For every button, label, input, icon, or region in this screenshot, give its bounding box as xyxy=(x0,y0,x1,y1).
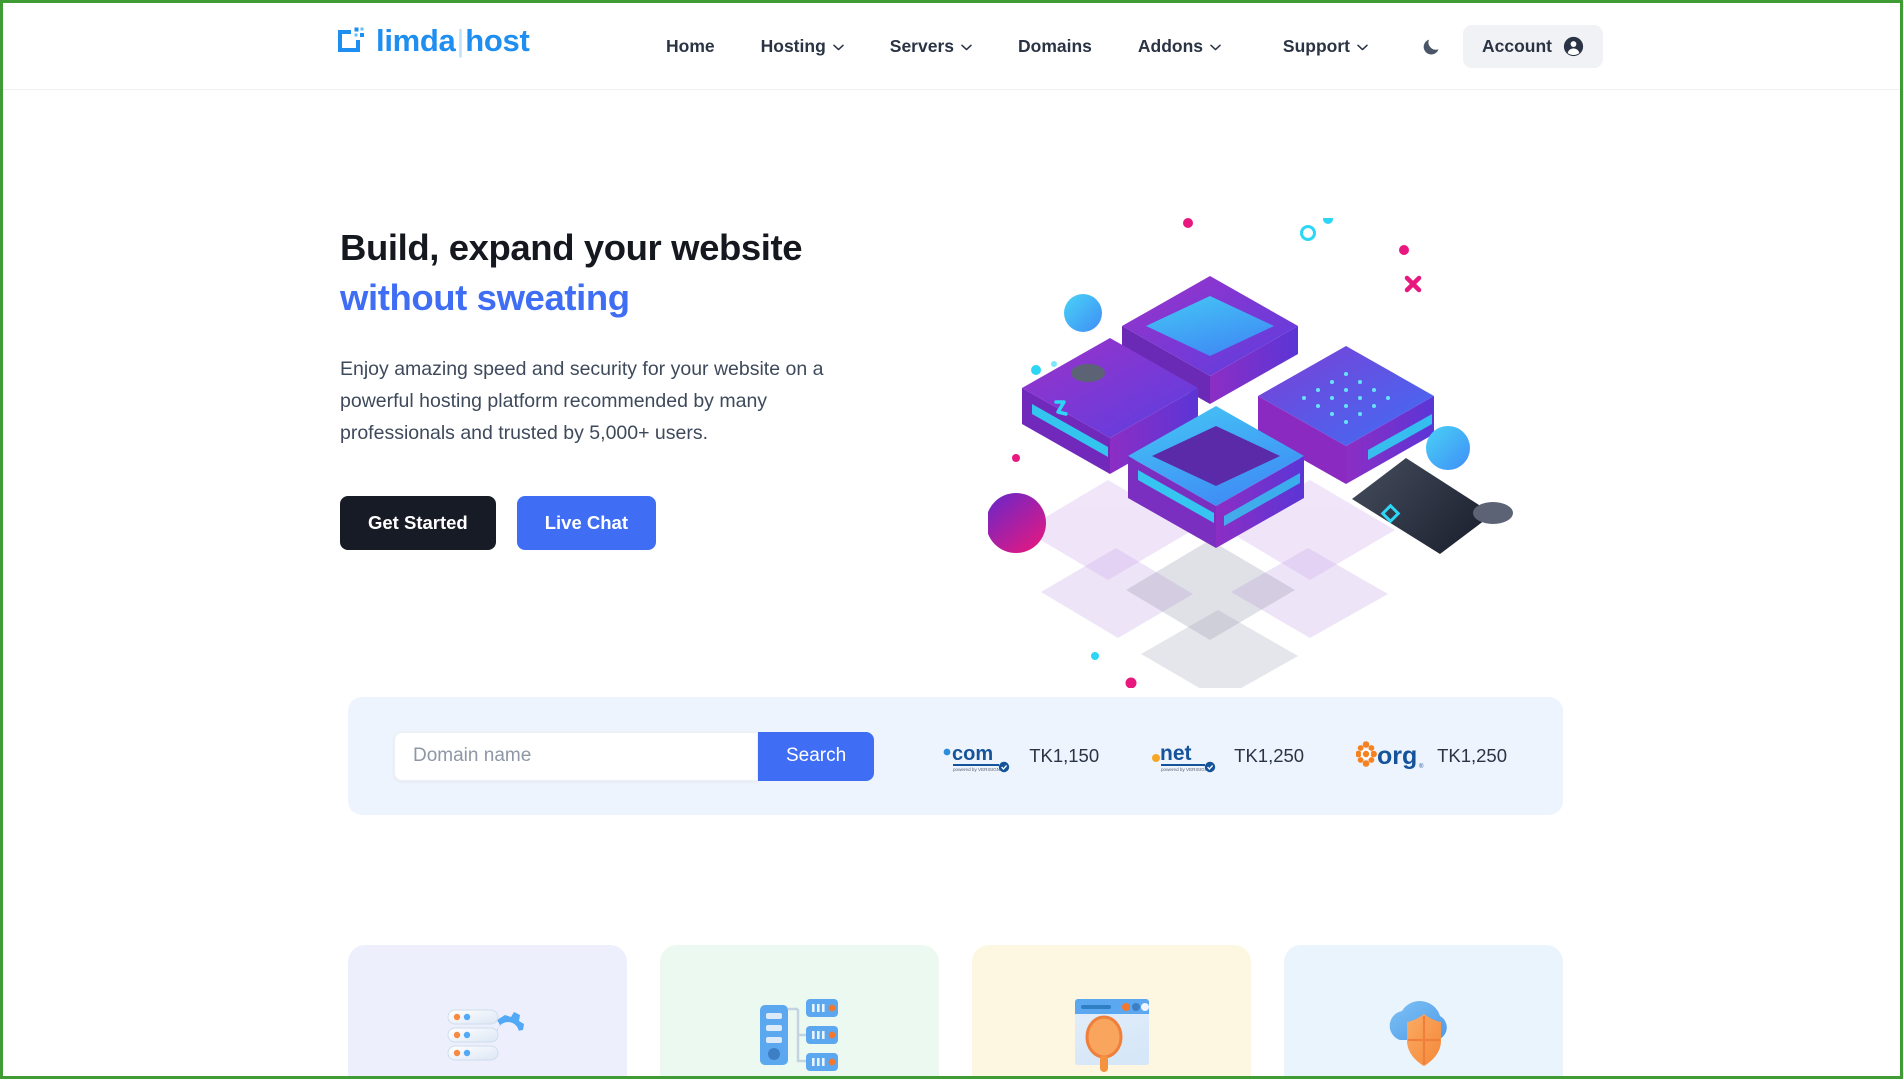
nav-item-label: Support xyxy=(1282,36,1350,56)
site-header: limda|host Home Hosting Servers Domains xyxy=(3,3,1900,90)
chevron-down-icon xyxy=(1210,44,1221,51)
nav-item-label: Servers xyxy=(889,36,954,56)
deco-ellipse-gray-2 xyxy=(1473,502,1513,524)
chevron-down-icon xyxy=(833,44,844,51)
browser-viewport: limda|host Home Hosting Servers Domains xyxy=(0,0,1903,1079)
org-logo-icon: org ® xyxy=(1356,741,1424,770)
tld-price: TK1,150 xyxy=(1029,745,1100,766)
brand-logo[interactable]: limda|host xyxy=(337,23,530,58)
header-right-controls: Support Account xyxy=(1260,3,1603,90)
nav-item-addons[interactable]: Addons xyxy=(1115,3,1244,90)
nav-item-label: Addons xyxy=(1137,36,1204,56)
hero-subtitle: Enjoy amazing speed and security for you… xyxy=(340,358,824,444)
tld-item-net[interactable]: net powered by VERISIGN TK1,250 xyxy=(1151,739,1304,773)
chevron-down-icon xyxy=(1357,44,1368,51)
deco-circle-blue xyxy=(1064,294,1102,332)
hero-copy: Build, expand your website without sweat… xyxy=(340,223,900,550)
svg-text:powered by VERISIGN: powered by VERISIGN xyxy=(953,767,1000,772)
live-chat-button[interactable]: Live Chat xyxy=(516,495,656,550)
dark-mode-toggle-button[interactable] xyxy=(1411,27,1451,67)
tld-item-org[interactable]: org ® TK1,250 xyxy=(1356,740,1507,772)
get-started-button[interactable]: Get Started xyxy=(340,495,496,550)
moon-icon xyxy=(1423,39,1438,55)
deco-circle-blue-2 xyxy=(1426,426,1470,470)
nav-item-label: Home xyxy=(666,36,715,56)
tld-price: TK1,250 xyxy=(1437,745,1508,766)
hero-title-line2: without sweating xyxy=(340,276,630,318)
cloud-shield-icon xyxy=(1389,1001,1447,1066)
feature-card-grid xyxy=(348,945,1563,1076)
svg-text:powered by VERISIGN: powered by VERISIGN xyxy=(1161,767,1208,772)
brand-name-part2: host xyxy=(465,23,530,58)
main-navigation: Home Hosting Servers Domains Addons xyxy=(643,3,1244,90)
hero-cta-group: Get Started Live Chat xyxy=(340,495,900,550)
domain-search-button[interactable]: Search xyxy=(758,731,875,781)
nav-item-home[interactable]: Home xyxy=(643,3,738,90)
svg-text:org: org xyxy=(1377,742,1417,770)
net-verisign-logo-icon: net powered by VERISIGN xyxy=(1152,742,1216,773)
tld-price: TK1,250 xyxy=(1234,745,1305,766)
nav-item-servers[interactable]: Servers xyxy=(867,3,995,90)
account-button-label: Account xyxy=(1482,36,1552,56)
deco-circle-magenta xyxy=(988,493,1046,553)
svg-text:com: com xyxy=(952,743,993,765)
domain-search-input[interactable] xyxy=(394,731,758,781)
brand-logo-text: limda|host xyxy=(376,23,530,58)
tld-price-list: com powered by VERISIGN TK1,150 net powe… xyxy=(942,739,1507,773)
brand-name-separator: | xyxy=(456,23,465,58)
tld-item-com[interactable]: com powered by VERISIGN TK1,150 xyxy=(942,739,1099,773)
browser-search-icon xyxy=(1074,999,1149,1072)
svg-text:net: net xyxy=(1160,742,1192,765)
hero-title: Build, expand your website without sweat… xyxy=(340,223,900,322)
nav-item-domains[interactable]: Domains xyxy=(995,3,1115,90)
domain-search-form: Search xyxy=(394,731,875,781)
feature-card-server-gear[interactable] xyxy=(348,945,627,1076)
feature-card-cloud-shield[interactable] xyxy=(1284,945,1563,1076)
server-network-icon xyxy=(759,999,838,1071)
nav-item-support[interactable]: Support xyxy=(1260,3,1391,90)
user-circle-icon xyxy=(1563,36,1584,57)
deco-ellipse-gray xyxy=(1071,364,1105,382)
limda-logo-mark-icon xyxy=(338,27,364,52)
nav-item-label: Hosting xyxy=(760,36,826,56)
hero-section: Build, expand your website without sweat… xyxy=(3,90,1900,690)
feature-card-server-network[interactable] xyxy=(660,945,939,1076)
feature-card-browser-search[interactable] xyxy=(972,945,1251,1076)
server-gear-icon xyxy=(447,1009,524,1061)
account-button[interactable]: Account xyxy=(1463,25,1603,68)
nav-item-hosting[interactable]: Hosting xyxy=(738,3,867,90)
com-verisign-logo-icon: com powered by VERISIGN xyxy=(943,743,1010,773)
chevron-down-icon xyxy=(961,44,972,51)
domain-search-panel: Search com powered by VERISIGN TK1,150 n… xyxy=(348,697,1563,815)
svg-text:®: ® xyxy=(1419,763,1424,770)
hero-title-line1: Build, expand your website xyxy=(340,227,803,268)
brand-name-part1: limda xyxy=(376,23,456,58)
nav-item-label: Domains xyxy=(1018,36,1092,56)
deco-x-icon xyxy=(1404,275,1422,293)
hero-illustration xyxy=(988,218,1513,688)
